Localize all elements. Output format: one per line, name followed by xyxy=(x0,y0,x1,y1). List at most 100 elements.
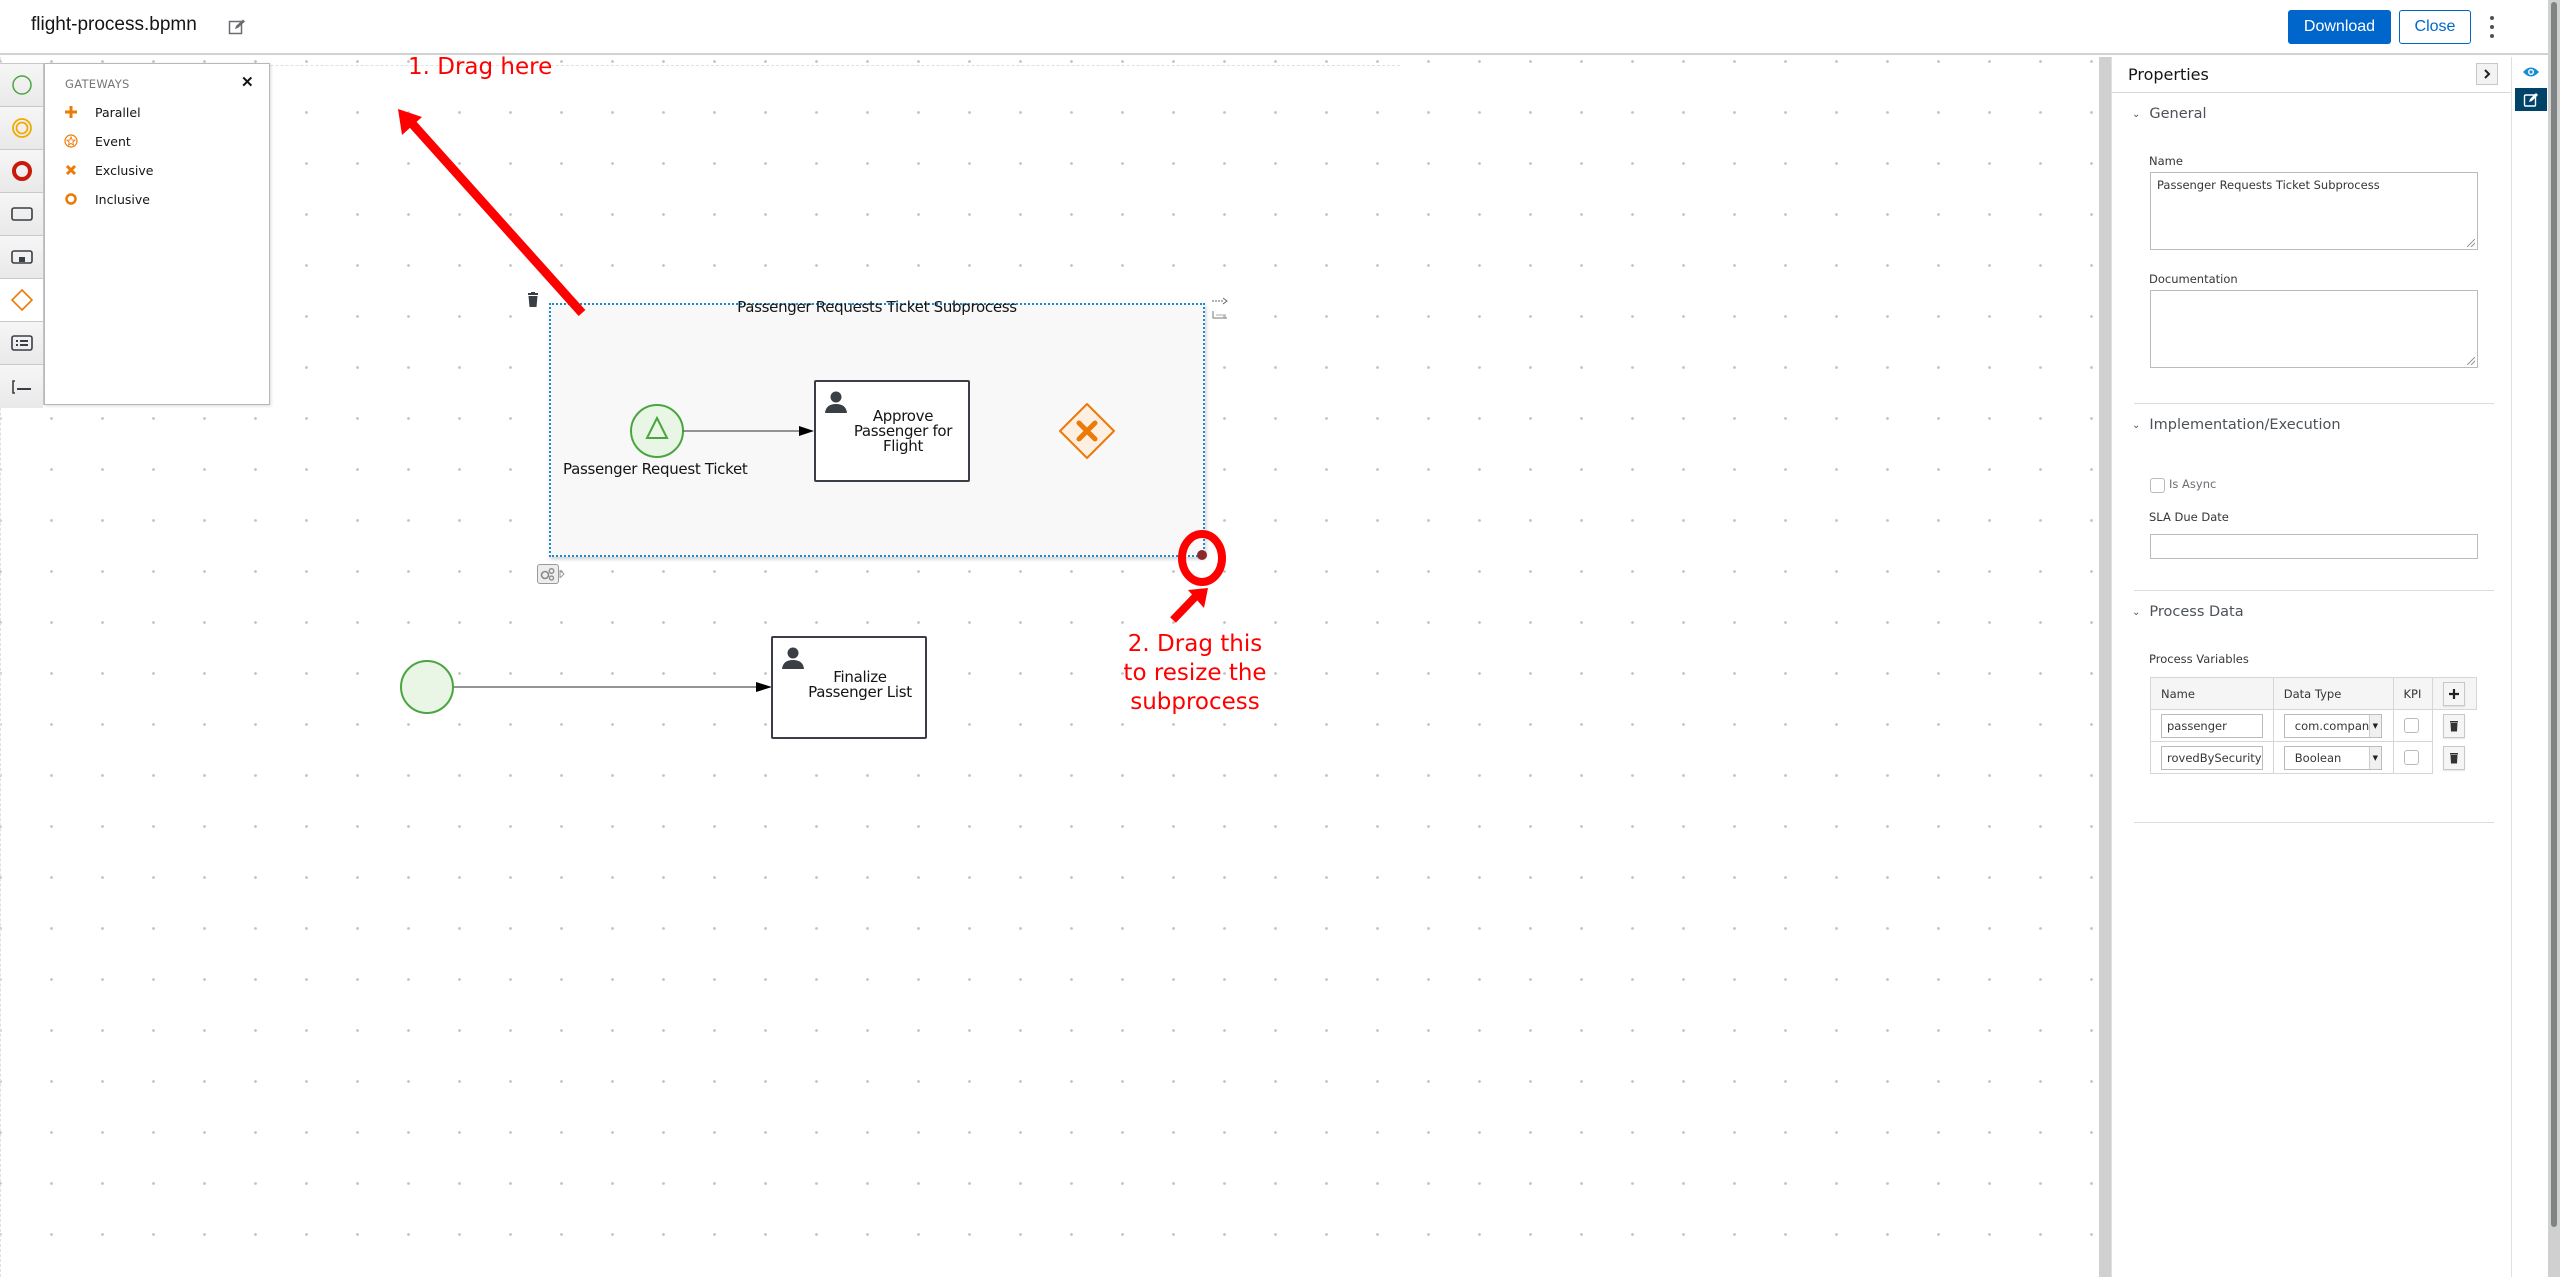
column-header-kpi: KPI xyxy=(2392,677,2434,710)
chevron-down-icon: ⌄ xyxy=(2132,419,2141,431)
documentation-textarea[interactable] xyxy=(2150,290,2478,368)
shape-palette xyxy=(0,63,44,408)
user-task-approve[interactable]: Approve Passenger for Flight xyxy=(814,380,970,482)
scrollbar-thumb[interactable] xyxy=(2551,2,2557,1227)
user-icon xyxy=(782,647,804,669)
section-implementation-toggle[interactable]: ⌄ Implementation/Execution xyxy=(2132,417,2341,433)
sla-due-date-input[interactable] xyxy=(2150,534,2478,559)
delete-variable-button[interactable] xyxy=(2443,713,2466,738)
exclusive-gateway[interactable] xyxy=(1058,402,1116,460)
edit-filename-icon[interactable] xyxy=(228,18,246,36)
x-icon xyxy=(65,164,77,176)
panel-switcher-strip xyxy=(2513,57,2548,1277)
edit-properties-tab[interactable] xyxy=(2515,88,2547,111)
kpi-checkbox[interactable] xyxy=(2403,750,2419,765)
task-icon xyxy=(10,207,33,221)
canvas-scrollbar[interactable] xyxy=(2099,57,2111,1277)
section-divider xyxy=(2134,590,2494,591)
flyout-item-exclusive[interactable]: Exclusive xyxy=(63,162,153,178)
section-title: Implementation/Execution xyxy=(2149,417,2341,433)
add-variable-button[interactable] xyxy=(2443,681,2466,706)
flyout-item-parallel[interactable]: Parallel xyxy=(63,104,141,120)
palette-end-events[interactable] xyxy=(0,150,43,193)
delete-variable-button[interactable] xyxy=(2443,745,2466,770)
palette-containers[interactable] xyxy=(0,322,43,365)
trash-icon xyxy=(2450,720,2459,732)
page-scrollbar[interactable] xyxy=(2548,0,2560,1277)
section-title: Process Data xyxy=(2149,604,2244,620)
start-event-signal[interactable] xyxy=(629,403,685,459)
expand-arrow-icon[interactable] xyxy=(559,570,565,578)
sequence-flow[interactable] xyxy=(683,424,815,438)
subprocess-settings-button[interactable] xyxy=(537,564,559,584)
flyout-item-label: Inclusive xyxy=(95,191,150,207)
plus-icon xyxy=(65,106,77,118)
process-variables-label: Process Variables xyxy=(2149,652,2249,666)
flyout-title: GATEWAYS xyxy=(65,77,130,91)
section-general-toggle[interactable]: ⌄ General xyxy=(2132,106,2207,122)
more-options-icon[interactable] xyxy=(2487,16,2497,38)
annotation-step-2: 2. Drag this to resize the subprocess xyxy=(1110,630,1280,717)
section-title: General xyxy=(2149,106,2207,122)
table-row: passenger com.company ▼ xyxy=(2150,709,2477,742)
sequence-flow[interactable] xyxy=(454,680,774,694)
resize-grip-icon[interactable] xyxy=(2467,357,2475,365)
collapse-properties-button[interactable] xyxy=(2476,63,2498,85)
palette-subprocesses[interactable] xyxy=(0,236,43,279)
caret-down-icon: ▼ xyxy=(2368,746,2381,769)
gateways-flyout: GATEWAYS ✕ Parallel Event Exclusive Incl… xyxy=(44,63,270,405)
flyout-item-inclusive[interactable]: Inclusive xyxy=(63,191,150,207)
section-divider xyxy=(2134,403,2494,404)
text-annotation-icon xyxy=(11,379,31,394)
morph-shape-icon[interactable] xyxy=(1212,310,1228,320)
chevron-down-icon: ⌄ xyxy=(2132,108,2141,120)
lane-icon xyxy=(10,335,33,351)
event-gateway-icon xyxy=(64,134,78,148)
properties-title: Properties xyxy=(2128,65,2209,84)
resize-grip-icon[interactable] xyxy=(2467,239,2475,247)
diagram-canvas[interactable] xyxy=(0,57,2098,1277)
palette-activities[interactable] xyxy=(0,193,43,236)
palette-gateways[interactable] xyxy=(0,279,43,322)
is-async-checkbox[interactable] xyxy=(2150,478,2165,493)
section-process-data-toggle[interactable]: ⌄ Process Data xyxy=(2132,604,2244,620)
chevron-down-icon: ⌄ xyxy=(2132,606,2141,618)
variable-type-value: com.company xyxy=(2294,718,2376,733)
gears-icon xyxy=(540,568,555,581)
connector-arrow-icon[interactable] xyxy=(1212,296,1228,306)
subprocess-icon xyxy=(10,250,33,264)
variable-type-select[interactable]: com.company ▼ xyxy=(2283,713,2382,738)
intermediate-event-icon xyxy=(11,118,32,138)
kpi-checkbox[interactable] xyxy=(2403,718,2419,733)
close-button[interactable]: Close xyxy=(2399,10,2471,44)
column-header-data-type: Data Type xyxy=(2272,677,2394,710)
name-textarea[interactable]: Passenger Requests Ticket Subprocess xyxy=(2150,172,2478,250)
start-event[interactable] xyxy=(399,659,455,715)
eye-icon[interactable] xyxy=(2522,65,2540,79)
edit-properties-icon xyxy=(2523,92,2538,107)
annotation-line: subprocess xyxy=(1130,689,1260,715)
flyout-item-label: Parallel xyxy=(95,104,141,120)
annotation-circle-and-arrow-2 xyxy=(1170,530,1226,623)
gateway-icon xyxy=(10,288,33,312)
close-flyout-icon[interactable]: ✕ xyxy=(241,73,254,91)
variable-name-input[interactable]: rovedBySecurity xyxy=(2161,745,2263,770)
download-button[interactable]: Download xyxy=(2288,10,2391,44)
flyout-item-event[interactable]: Event xyxy=(63,133,131,149)
name-label: Name xyxy=(2149,154,2183,168)
documentation-label: Documentation xyxy=(2149,272,2238,286)
plus-icon xyxy=(2449,688,2460,699)
palette-artifacts[interactable] xyxy=(0,365,43,408)
user-task-finalize[interactable]: Finalize Passenger List xyxy=(771,636,927,739)
process-variables-table: Name Data Type KPI passenger com.company… xyxy=(2150,677,2477,774)
variable-name-input[interactable]: passenger xyxy=(2161,713,2263,738)
properties-panel: Properties ⌄ General Name Passenger Requ… xyxy=(2111,57,2512,1277)
variable-type-select[interactable]: Boolean ▼ xyxy=(2283,745,2382,770)
palette-intermediate-events[interactable] xyxy=(0,107,43,150)
palette-start-events[interactable] xyxy=(0,64,43,107)
is-async-label: Is Async xyxy=(2169,477,2217,491)
annotation-line: to resize the xyxy=(1123,660,1267,686)
flyout-item-label: Exclusive xyxy=(95,162,154,178)
task-label-line: Flight xyxy=(882,437,924,455)
annotation-line: 2. Drag this xyxy=(1127,631,1263,657)
